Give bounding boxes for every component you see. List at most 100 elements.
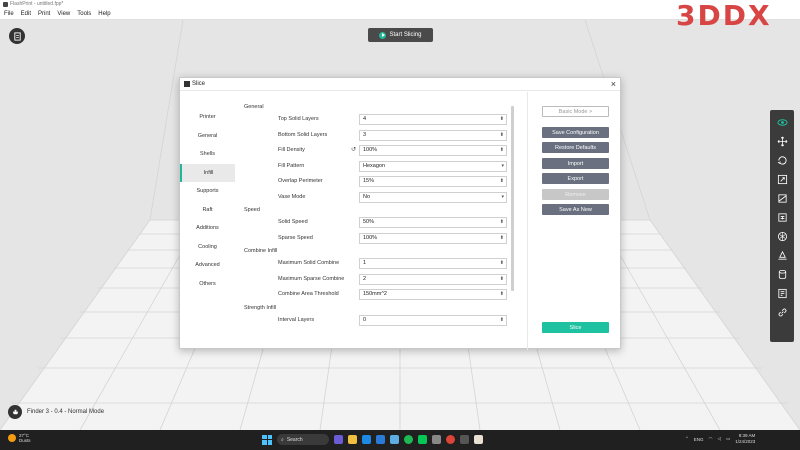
support-icon[interactable] (774, 209, 790, 225)
eye-icon[interactable] (774, 114, 790, 130)
tab-additions[interactable]: Additions (180, 219, 235, 238)
tab-shells[interactable]: Shells (180, 145, 235, 164)
database-icon[interactable] (774, 266, 790, 282)
interval-layers-spinbox[interactable]: 0 ⬍ (359, 314, 507, 326)
spin-arrows-icon[interactable]: ⬍ (500, 275, 504, 284)
language-indicator[interactable]: ENG (694, 437, 704, 442)
max-sparse-combine-spinbox[interactable]: 2 ⬍ (359, 273, 507, 285)
fill-density-spinbox[interactable]: 100% ⬍ (359, 145, 507, 156)
taskbar-apps: ⌕ Search (262, 434, 483, 445)
spin-arrows-icon[interactable]: ⬍ (500, 177, 504, 186)
model-icon[interactable] (774, 228, 790, 244)
top-solid-layers-spinbox[interactable]: 4 ⬍ (359, 114, 507, 125)
flashprint-icon[interactable] (460, 435, 469, 444)
fill-pattern-value: Hexagon (363, 162, 386, 169)
spin-arrows-icon[interactable]: ⬍ (500, 218, 504, 227)
spin-arrows-icon[interactable]: ⬍ (500, 290, 504, 299)
spin-arrows-icon[interactable]: ⬍ (500, 146, 504, 155)
spin-arrows-icon[interactable]: ⬍ (500, 316, 504, 325)
menu-file[interactable]: File (4, 11, 14, 17)
save-as-new-button[interactable]: Save As New (542, 204, 609, 215)
menu-tools[interactable]: Tools (77, 11, 91, 17)
spin-arrows-icon[interactable]: ⬍ (500, 131, 504, 140)
settings-scrollbar[interactable] (511, 106, 514, 291)
spin-arrows-icon[interactable]: ⬍ (500, 115, 504, 124)
sparse-speed-spinbox[interactable]: 100% ⬍ (359, 232, 507, 244)
spin-arrows-icon[interactable]: ⬍ (500, 234, 504, 243)
spotify-icon[interactable] (404, 435, 413, 444)
menu-print[interactable]: Print (38, 11, 50, 17)
combine-area-threshold-spinbox[interactable]: 150mm^2 ⬍ (359, 289, 507, 300)
app-icon-blue[interactable] (390, 435, 399, 444)
overlap-perimeter-value: 15% (363, 178, 375, 184)
import-button[interactable]: Import (542, 158, 609, 169)
tab-general[interactable]: General (180, 127, 235, 146)
setting-row: Maximum Solid Combine 1 ⬍ (244, 256, 512, 272)
calibrate-icon[interactable] (774, 285, 790, 301)
battery-icon[interactable]: ▭ (726, 436, 730, 442)
store-icon[interactable] (376, 435, 385, 444)
tab-advanced[interactable]: Advanced (180, 256, 235, 275)
chrome-icon[interactable] (446, 435, 455, 444)
export-button[interactable]: Export (542, 173, 609, 184)
bottom-solid-layers-spinbox[interactable]: 3 ⬍ (359, 129, 507, 141)
lay-flat-icon[interactable] (774, 247, 790, 263)
tab-supports[interactable]: Supports (180, 182, 235, 201)
restore-defaults-button[interactable]: Restore Defaults (542, 142, 609, 153)
start-slicing-label: Start Slicing (389, 32, 422, 38)
spin-arrows-icon[interactable]: ⬍ (500, 259, 504, 268)
vase-mode-select[interactable]: No ▾ (359, 191, 507, 203)
slice-button[interactable]: Slice (542, 322, 609, 333)
play-icon (379, 31, 387, 39)
chevron-up-icon[interactable]: ⌃ (685, 436, 689, 442)
chevron-down-icon: ▾ (501, 193, 504, 200)
printer-icon[interactable] (8, 405, 22, 419)
fill-pattern-label: Fill Pattern (278, 162, 305, 169)
section-strength-infill: Strength Infill (244, 304, 277, 311)
wifi-icon[interactable]: ◠ (709, 436, 713, 442)
start-slicing-button[interactable]: Start Slicing (368, 28, 433, 42)
setting-row: Overlap Perimeter 15% ⬍ (244, 174, 512, 190)
basic-mode-button[interactable]: Basic Mode > (542, 106, 609, 117)
reset-icon[interactable]: ↺ (351, 146, 356, 153)
max-sparse-combine-label: Maximum Sparse Combine (278, 275, 345, 282)
solid-speed-spinbox[interactable]: 50% ⬍ (359, 217, 507, 228)
save-configuration-button[interactable]: Save Configuration (542, 127, 609, 138)
edge-icon[interactable] (362, 435, 371, 444)
tab-raft[interactable]: Raft (180, 201, 235, 220)
fill-density-label: Fill Density (278, 147, 305, 153)
tab-printer[interactable]: Printer (180, 108, 235, 127)
menu-edit[interactable]: Edit (21, 11, 31, 17)
printer-status: Finder 3 - 0.4 - Normal Mode (8, 405, 104, 419)
line-icon[interactable] (418, 435, 427, 444)
max-solid-combine-spinbox[interactable]: 1 ⬍ (359, 258, 507, 269)
rotate-icon[interactable] (774, 152, 790, 168)
tab-cooling[interactable]: Cooling (180, 238, 235, 257)
infill-settings: General Top Solid Layers 4 ⬍ Bottom Solid… (244, 102, 512, 338)
fill-pattern-select[interactable]: Hexagon ▾ (359, 160, 507, 172)
windows-taskbar: 27°C Dusts ⌕ Search ⌃ ENG ◠ ◁ ▭ 8:39 AM 1… (0, 430, 800, 450)
move-icon[interactable] (774, 133, 790, 149)
cut-icon[interactable] (774, 190, 790, 206)
close-icon[interactable]: × (611, 79, 616, 89)
taskbar-search[interactable]: ⌕ Search (277, 434, 329, 445)
windows-start-icon[interactable] (262, 434, 272, 445)
scale-icon[interactable] (774, 171, 790, 187)
file-explorer-icon[interactable] (348, 435, 357, 444)
clock[interactable]: 8:39 AM 1/24/2023 (735, 433, 755, 445)
tab-infill[interactable]: Infill (180, 163, 235, 182)
weather-widget[interactable]: 27°C Dusts (8, 433, 31, 443)
tab-others[interactable]: Others (180, 275, 235, 294)
menu-help[interactable]: Help (98, 11, 110, 17)
link-icon[interactable] (774, 304, 790, 320)
remove-button[interactable]: Remove (542, 189, 609, 200)
app-icon-gray[interactable] (432, 435, 441, 444)
sparse-speed-value: 100% (363, 234, 378, 241)
overlap-perimeter-spinbox[interactable]: 15% ⬍ (359, 176, 507, 187)
teams-icon[interactable] (334, 435, 343, 444)
volume-icon[interactable]: ◁ (717, 436, 720, 442)
brand-logo: 3DDX (676, 0, 772, 32)
document-icon[interactable] (9, 28, 25, 44)
image-viewer-icon[interactable] (474, 435, 483, 444)
menu-view[interactable]: View (57, 11, 70, 17)
